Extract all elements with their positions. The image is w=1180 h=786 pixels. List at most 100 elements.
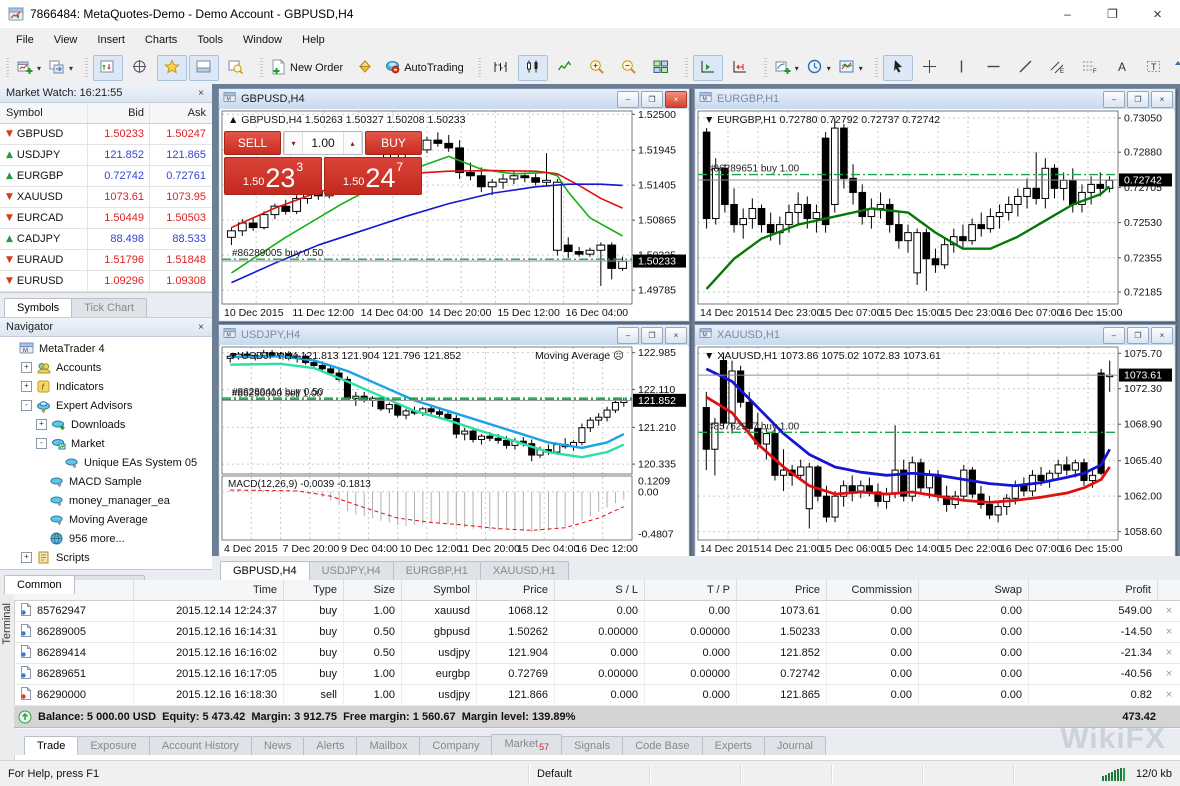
autotrading-button[interactable]: AutoTrading [382,55,469,81]
close-order-icon[interactable]: × [1158,669,1180,679]
menu-file[interactable]: File [6,31,44,49]
volume-down-icon[interactable]: ▾ [284,132,303,154]
volume-up-icon[interactable]: ▴ [343,132,362,154]
market-watch-row-cadjpy[interactable]: ▲ CADJPY 88.498 88.533 [0,229,212,250]
col-header-price[interactable]: Price [477,580,555,600]
market-watch-row-euraud[interactable]: ▼ EURAUD 1.51796 1.51848 [0,250,212,271]
menu-tools[interactable]: Tools [187,31,233,49]
terminal-tab-code-base[interactable]: Code Base [622,736,703,755]
chart-tab-gbpusd-h4[interactable]: GBPUSD,H4 [220,561,310,580]
menu-insert[interactable]: Insert [87,31,135,49]
order-row-85762947[interactable]: 85762947 2015.12.14 12:24:37 buy 1.00 xauusd… [14,601,1180,622]
minimize-icon[interactable]: – [1045,0,1090,28]
zoom-in-button[interactable] [582,55,612,81]
market-watch-row-eurusd[interactable]: ▼ EURUSD 1.09296 1.09308 [0,271,212,292]
terminal-button[interactable] [189,55,220,81]
sell-button[interactable]: SELL [224,131,281,155]
close-order-icon[interactable]: × [1158,606,1180,616]
market-watch-row-gbpusd[interactable]: ▼ GBPUSD 1.50233 1.50247 [0,124,212,145]
restore-icon[interactable]: ❐ [1127,326,1149,344]
col-header-swap[interactable]: Swap [919,580,1029,600]
candlestick-button[interactable] [517,55,548,81]
market-watch-tab-symbols[interactable]: Symbols [4,298,73,317]
line-chart-button[interactable] [550,55,580,81]
terminal-tab-experts[interactable]: Experts [701,736,765,755]
market-watch-tab-tick-chart[interactable]: Tick Chart [71,298,147,317]
indicators-add-button[interactable]: ▾ [772,55,802,81]
strategy-tester-button[interactable] [221,55,251,81]
close-icon[interactable]: × [665,326,687,344]
close-order-icon[interactable]: × [1158,690,1180,700]
terminal-tab-news[interactable]: News [250,736,305,755]
col-header-time[interactable]: Time [134,580,284,600]
chart-shift-button[interactable] [725,55,755,81]
restore-icon[interactable]: ❐ [641,326,663,344]
navigator-item-moving-average[interactable]: Moving Average [0,510,212,529]
chart-tab-xauusd-h1[interactable]: XAUUSD,H1 [479,561,569,580]
bar-chart-button[interactable] [486,55,516,81]
order-row-86289651[interactable]: 86289651 2015.12.16 16:17:05 buy 1.00 eurgbp… [14,664,1180,685]
close-order-icon[interactable]: × [1158,627,1180,637]
minimize-icon[interactable]: – [617,90,639,108]
navigator-button[interactable] [157,55,188,81]
order-row-86289005[interactable]: 86289005 2015.12.16 16:14:31 buy 0.50 gbpusd… [14,622,1180,643]
terminal-tab-trade[interactable]: Trade [24,736,79,755]
sell-price-panel[interactable]: 1.50 23 3 [224,157,322,195]
terminal-tab-signals[interactable]: Signals [561,736,624,755]
close-icon[interactable]: × [1151,326,1173,344]
trendline-button[interactable] [1011,55,1041,81]
terminal-tab-exposure[interactable]: Exposure [77,736,150,755]
terminal-tab-account-history[interactable]: Account History [148,736,252,755]
menu-window[interactable]: Window [233,31,292,49]
text-label-button[interactable]: T [1139,55,1169,81]
maximize-icon[interactable]: ❐ [1090,0,1135,28]
col-header-size[interactable]: Size [344,580,402,600]
chart-window-titlebar[interactable]: M XAUUSD,H1 – ❐ × [695,325,1175,346]
new-order-button[interactable]: New Order [268,55,348,81]
data-window-button[interactable] [125,55,155,81]
navigator-item-money-manager-ea[interactable]: money_manager_ea [0,491,212,510]
col-header-type[interactable]: Type [284,580,344,600]
navigator-tab-common[interactable]: Common [4,575,75,594]
terminal-tab-market[interactable]: Market57 [491,733,563,755]
navigator-item-956-more-[interactable]: 956 more... [0,529,212,548]
chart-window-titlebar[interactable]: M EURGBP,H1 – ❐ × [695,89,1175,110]
navigator-item-indicators[interactable]: + f Indicators [0,377,212,396]
chart-window-titlebar[interactable]: M GBPUSD,H4 – ❐ × [219,89,689,110]
cursor-button[interactable] [882,55,913,81]
terminal-tab-company[interactable]: Company [419,736,493,755]
navigator-item-macd-sample[interactable]: MACD Sample [0,472,212,491]
close-icon[interactable]: × [194,88,208,99]
col-header-profit[interactable]: Profit [1029,580,1158,600]
col-header-price[interactable]: Price [737,580,827,600]
close-icon[interactable]: × [665,90,687,108]
metaeditor-button[interactable] [350,55,380,81]
close-icon[interactable]: × [1151,90,1173,108]
navigator-item-accounts[interactable]: + Accounts [0,358,212,377]
buy-button[interactable]: BUY [365,131,422,155]
collapse-icon[interactable]: - [36,438,47,449]
terminal-tab-alerts[interactable]: Alerts [303,736,358,755]
minimize-icon[interactable]: – [1103,326,1125,344]
expand-icon[interactable]: + [21,362,32,373]
tile-windows-button[interactable] [646,55,676,81]
navigator-item-expert-advisors[interactable]: - Expert Advisors [0,396,212,415]
channel-button[interactable]: E [1043,55,1073,81]
terminal-tab-journal[interactable]: Journal [763,736,826,755]
chart-tab-eurgbp-h1[interactable]: EURGBP,H1 [392,561,481,580]
minimize-icon[interactable]: – [1103,90,1125,108]
expand-icon[interactable]: + [21,381,32,392]
volume-value[interactable]: 1.00 [303,132,343,154]
menu-view[interactable]: View [44,31,88,49]
close-icon[interactable]: × [1135,0,1180,28]
minimize-icon[interactable]: – [617,326,639,344]
navigator-item-downloads[interactable]: + Downloads [0,415,212,434]
order-row-86289414[interactable]: 86289414 2015.12.16 16:16:02 buy 0.50 usdjpy… [14,643,1180,664]
usdjpy-chart-canvas[interactable]: 122.985122.110121.210120.335#86289414 bu… [220,345,688,555]
market-watch-row-xauusd[interactable]: ▼ XAUUSD 1073.61 1073.95 [0,187,212,208]
crosshair-button[interactable] [915,55,945,81]
col-header-commission[interactable]: Commission [827,580,919,600]
col-header-tp[interactable]: T / P [645,580,737,600]
close-icon[interactable]: × [194,322,208,333]
chart-tab-usdjpy-h4[interactable]: USDJPY,H4 [308,561,394,580]
